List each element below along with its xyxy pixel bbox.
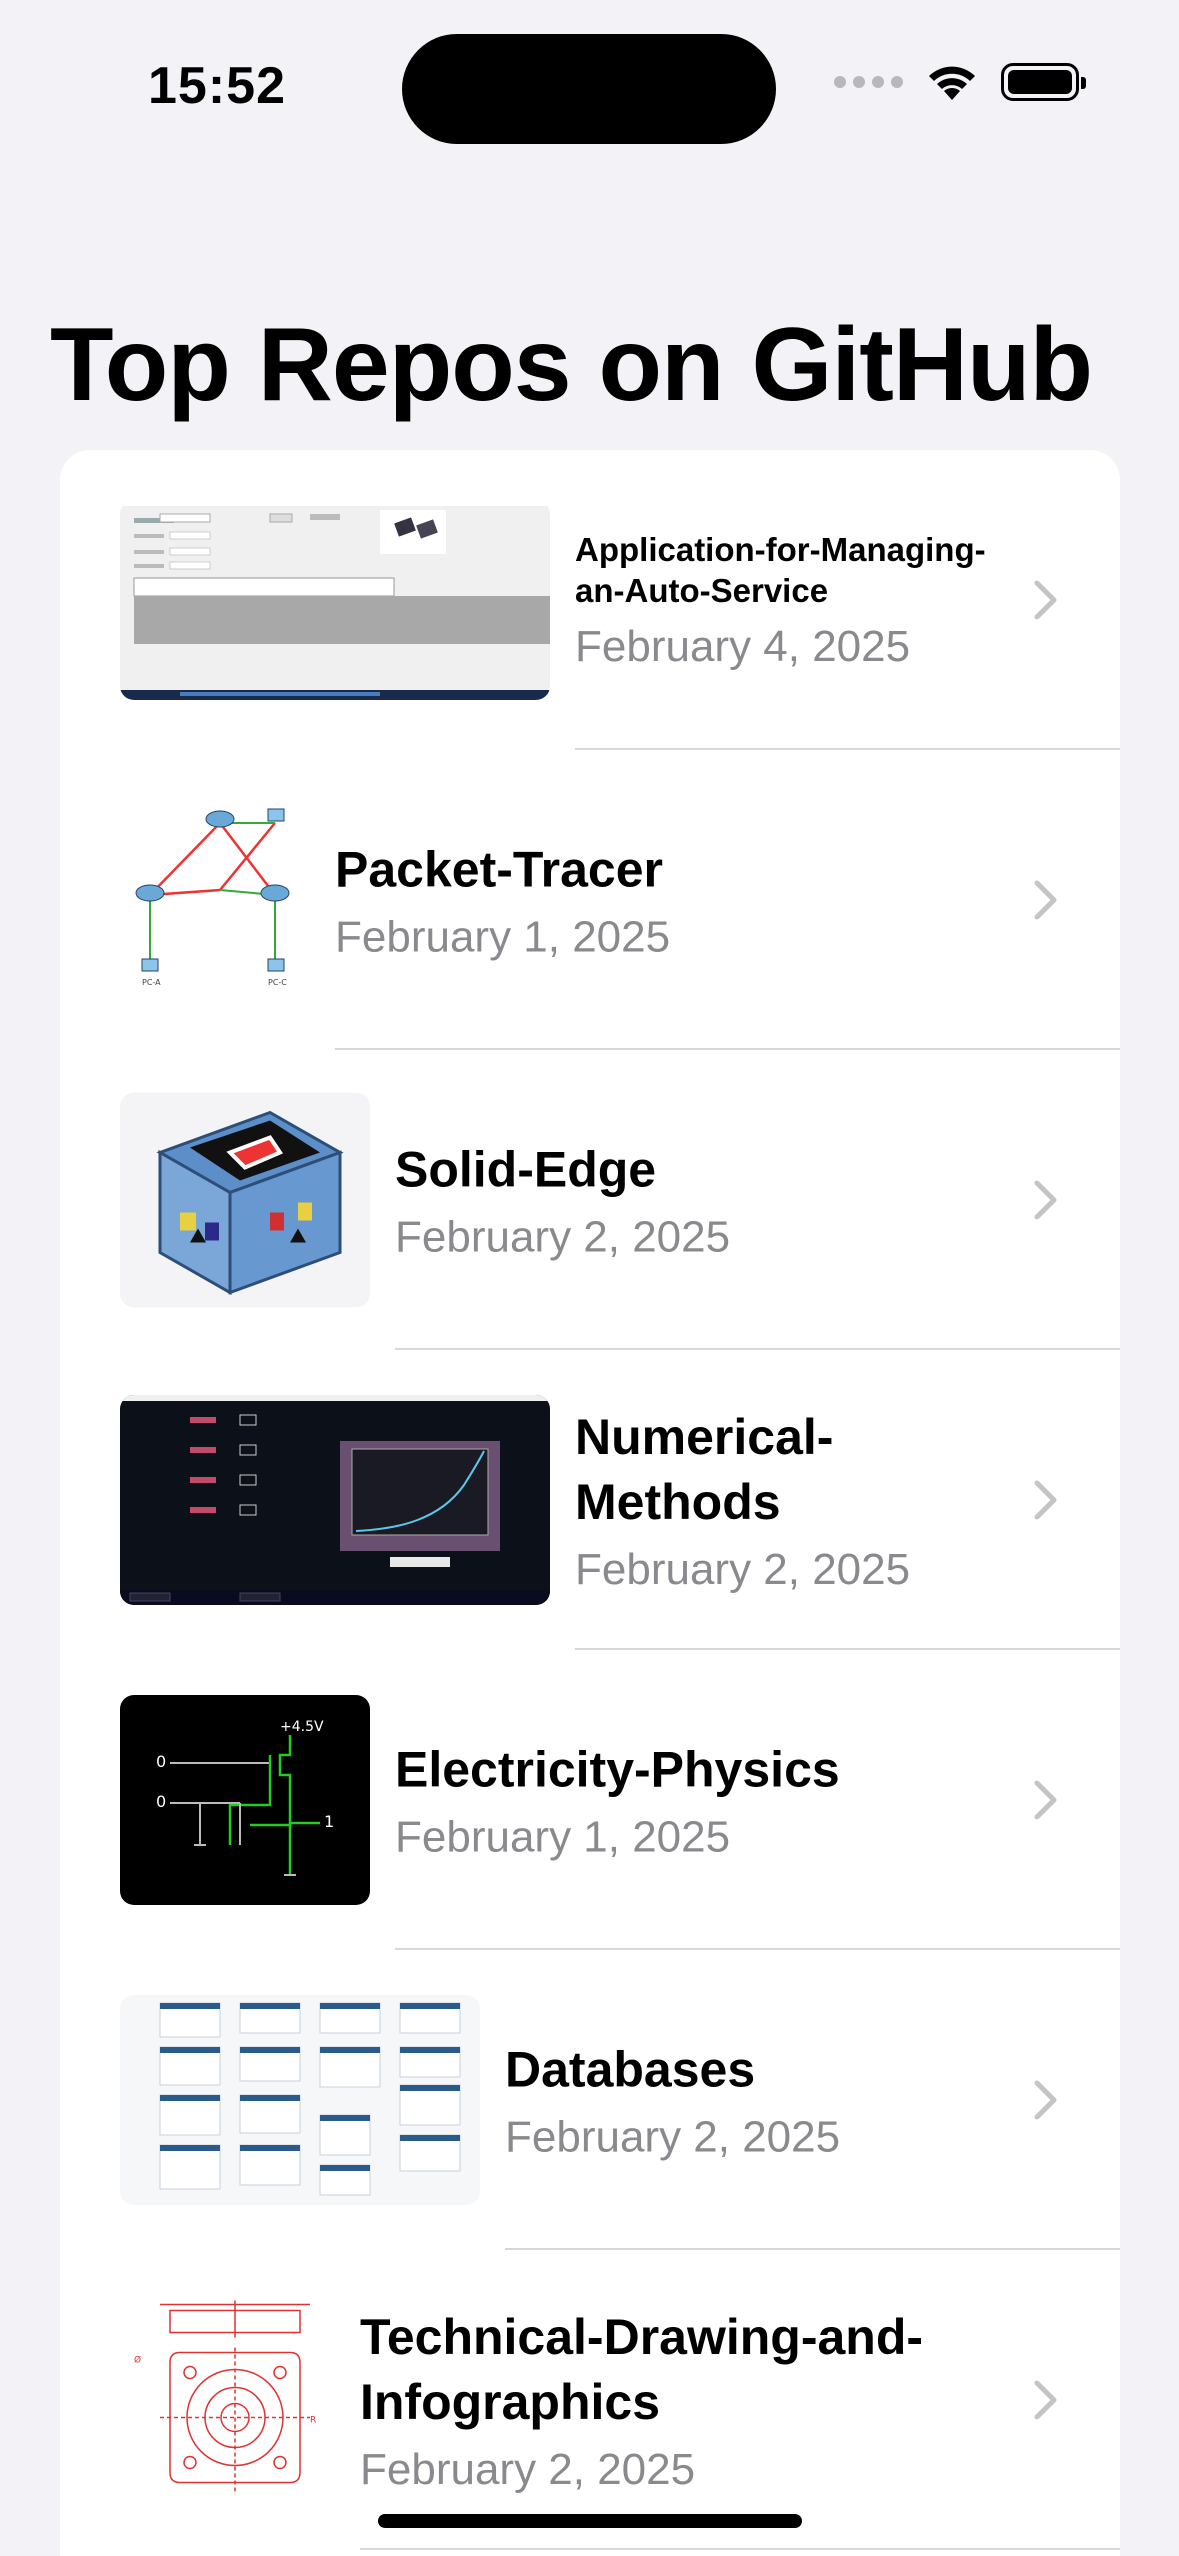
repo-text: Solid-Edge February 2, 2025 <box>395 1138 1015 1263</box>
repo-date: February 4, 2025 <box>575 621 911 671</box>
home-indicator[interactable] <box>378 2514 802 2528</box>
repo-thumbnail: Ø R <box>120 2292 360 2508</box>
repo-text: Technical-Drawing-and-Infographics Febru… <box>360 2305 1020 2495</box>
svg-text:0: 0 <box>156 1792 166 1811</box>
dynamic-island <box>402 34 776 144</box>
repo-name: Solid-Edge <box>395 1141 657 1198</box>
repo-row-electricity-physics[interactable]: +4.5V 0 0 1 Electricity-Physics February… <box>60 1650 1120 1950</box>
chevron-right-icon <box>1034 880 1057 920</box>
repo-thumbnail <box>120 500 550 700</box>
repo-name: Databases <box>505 2041 756 2098</box>
repo-thumbnail: PC-A PC-C <box>120 795 310 1005</box>
repo-date: February 2, 2025 <box>395 1212 731 1262</box>
signal-dots-icon <box>834 76 903 88</box>
repo-name: Electricity-Physics <box>395 1741 840 1798</box>
repo-name: Technical-Drawing-and-Infographics <box>360 2309 924 2430</box>
svg-text:R: R <box>310 2416 316 2426</box>
svg-text:1: 1 <box>324 1812 334 1831</box>
repo-thumbnail: +4.5V 0 0 1 <box>120 1695 370 1905</box>
repo-list: Application-for-Managing-an-Auto-Service… <box>60 450 1120 2556</box>
repo-text: Numerical-Methods February 2, 2025 <box>575 1405 1015 1595</box>
repo-row-solid-edge[interactable]: Solid-Edge February 2, 2025 <box>60 1050 1120 1350</box>
svg-text:PC-A: PC-A <box>142 978 161 987</box>
chevron-right-icon <box>1034 2380 1057 2420</box>
repo-text: Packet-Tracer February 1, 2025 <box>335 838 1015 963</box>
repo-date: February 1, 2025 <box>395 1812 731 1862</box>
repo-row-auto-service[interactable]: Application-for-Managing-an-Auto-Service… <box>60 450 1120 750</box>
svg-text:+4.5V: +4.5V <box>280 1719 324 1735</box>
repo-name: Packet-Tracer <box>335 841 664 898</box>
repo-row-packet-tracer[interactable]: PC-A PC-C Packet-Tracer February 1, 2025 <box>60 750 1120 1050</box>
repo-text: Electricity-Physics February 1, 2025 <box>395 1738 1015 1863</box>
battery-icon <box>1001 63 1086 101</box>
svg-text:0: 0 <box>156 1752 166 1771</box>
svg-text:Ø: Ø <box>134 2355 141 2366</box>
status-icons <box>834 62 1086 102</box>
repo-thumbnail <box>120 1395 550 1605</box>
repo-name: Numerical-Methods <box>575 1409 834 1530</box>
page-title: Top Repos on GitHub <box>50 307 1093 423</box>
repo-row-numerical-methods[interactable]: Numerical-Methods February 2, 2025 <box>60 1350 1120 1650</box>
repo-date: February 2, 2025 <box>360 2445 696 2494</box>
repo-text: Databases February 2, 2025 <box>505 2038 1015 2163</box>
repo-text: Application-for-Managing-an-Auto-Service… <box>575 529 1015 672</box>
repo-thumbnail <box>120 1995 480 2205</box>
repo-date: February 2, 2025 <box>505 2112 841 2162</box>
svg-text:PC-C: PC-C <box>268 978 287 987</box>
chevron-right-icon <box>1034 580 1057 620</box>
repo-date: February 2, 2025 <box>575 1545 911 1594</box>
chevron-right-icon <box>1034 1180 1057 1220</box>
repo-thumbnail <box>120 1092 370 1308</box>
repo-name: Application-for-Managing-an-Auto-Service <box>575 530 986 609</box>
chevron-right-icon <box>1034 1480 1057 1520</box>
repo-date: February 1, 2025 <box>335 912 671 962</box>
wifi-icon <box>929 66 975 100</box>
screen: 15:52 Top Repos on GitHub Application-fo… <box>0 0 1179 2556</box>
status-time: 15:52 <box>148 57 286 115</box>
repo-row-technical-drawing[interactable]: Ø R Technical-Drawing-and-Infographics F… <box>60 2250 1120 2550</box>
row-divider <box>360 2548 1120 2550</box>
chevron-right-icon <box>1034 1780 1057 1820</box>
repo-row-databases[interactable]: Databases February 2, 2025 <box>60 1950 1120 2250</box>
chevron-right-icon <box>1034 2080 1057 2120</box>
